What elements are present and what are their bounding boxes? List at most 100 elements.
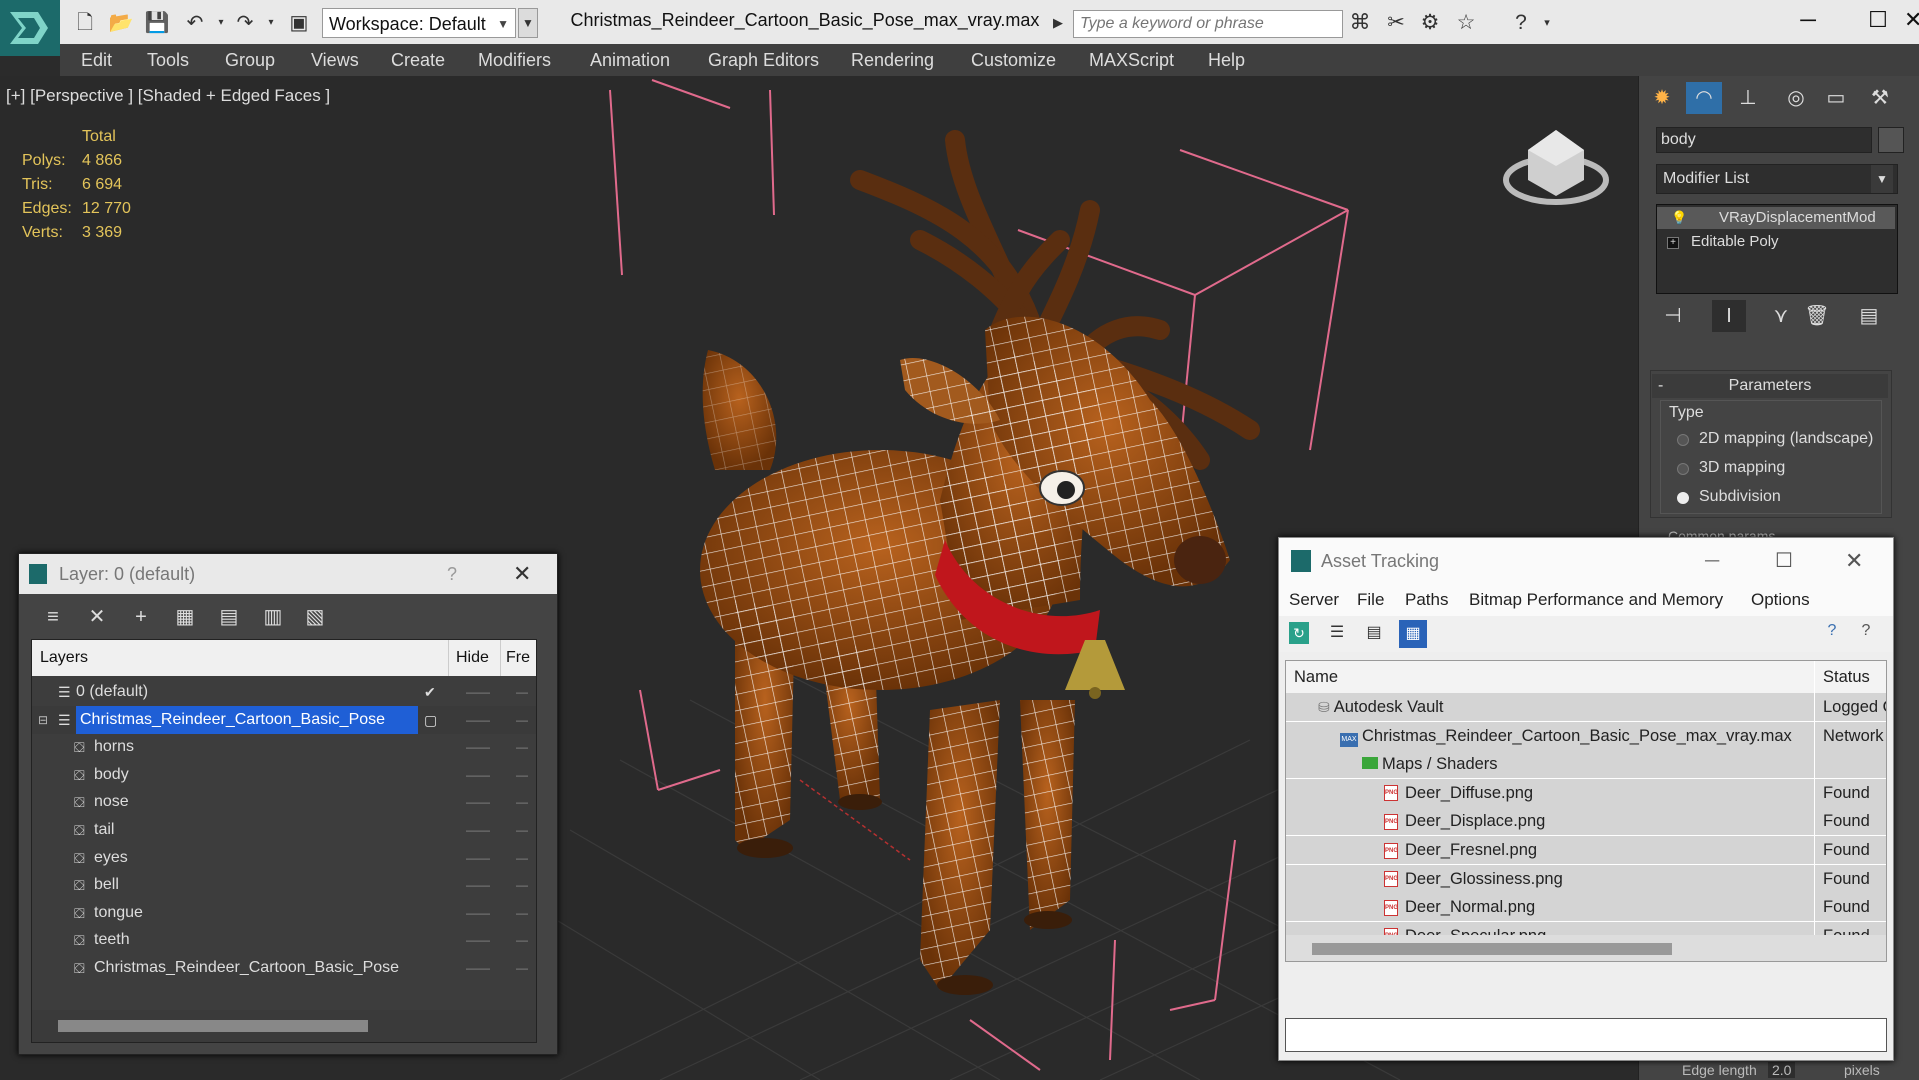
freeze-toggle[interactable]: — [516,706,528,734]
minimize-icon[interactable]: ─ [1705,538,1719,584]
close-icon[interactable]: ✕ [1845,538,1863,584]
delete-layer-icon[interactable]: ✕ [79,601,115,633]
list-view-icon[interactable]: ☰ [1327,622,1347,644]
workspace-select[interactable]: Workspace: Default ▼ [322,8,516,38]
layer-box-icon[interactable]: ▢ [424,706,437,734]
horizontal-scrollbar[interactable] [32,1010,536,1042]
minimize-button[interactable]: ─ [1773,0,1843,40]
select-layer-icon[interactable]: ▤ [211,601,247,633]
detail-view-icon[interactable]: ▤ [1363,622,1385,644]
asset-row[interactable]: Maps / Shaders [1286,750,1886,780]
search-input[interactable] [1073,10,1343,38]
refresh-icon[interactable]: ↻ [1289,622,1309,644]
redo-icon[interactable]: ↷ [232,10,258,36]
layer-row[interactable]: ⛋ eyes —— — [32,844,536,872]
help-dropdown-icon[interactable]: ▾ [1532,10,1562,36]
binoculars-icon[interactable]: ⌘ [1345,10,1375,36]
hide-toggle[interactable]: —— [466,788,490,816]
modifier-list-dropdown[interactable]: Modifier List ▼ [1656,164,1898,194]
horizontal-scrollbar[interactable] [1286,935,1886,961]
table-view-icon[interactable]: ▦ [1399,620,1427,648]
menu-customize[interactable]: Customize [971,44,1056,76]
help-icon[interactable]: ? [1821,622,1843,644]
hide-toggle[interactable]: —— [466,954,490,982]
freeze-toggle[interactable]: — [516,954,528,982]
menu-server[interactable]: Server [1289,584,1339,616]
subscription-icon[interactable]: ⚙ [1415,10,1445,36]
col-layers[interactable]: Layers [40,649,88,667]
radio-subdivision[interactable] [1677,492,1689,504]
new-file-icon[interactable]: 🗋 [72,10,98,36]
redo-dropdown-icon[interactable]: ▾ [258,10,284,36]
project-folder-icon[interactable]: ▣ [286,10,312,36]
close-button[interactable]: ✕ [1904,0,1919,40]
menu-create[interactable]: Create [391,44,445,76]
remove-modifier-icon[interactable]: 🗑 [1800,300,1834,332]
viewport-label[interactable]: [+] [Perspective ] [Shaded + Edged Faces… [6,86,330,106]
menu-file[interactable]: File [1357,584,1384,616]
add-to-layer-icon[interactable]: + [123,601,159,633]
close-icon[interactable]: ✕ [513,554,531,594]
modify-tab-icon[interactable]: ◠ [1686,82,1722,114]
app-logo-button[interactable] [0,0,60,56]
utilities-tab-icon[interactable]: ⚒ [1862,82,1898,114]
hierarchy-tab-icon[interactable]: ⊥ [1730,82,1766,114]
radio-3d-mapping-label[interactable]: 3D mapping [1699,459,1785,477]
asset-row[interactable]: PNG Deer_Normal.png Found [1286,893,1886,923]
menu-graph-editors[interactable]: Graph Editors [708,44,819,76]
hide-toggle[interactable]: —— [466,816,490,844]
layer-row[interactable]: ⛋ bell —— — [32,871,536,899]
search-expand-icon[interactable]: ▶ [1053,10,1069,36]
stack-item-editable-poly[interactable]: + Editable Poly [1657,231,1895,253]
show-end-result-icon[interactable]: I [1712,300,1746,332]
menu-modifiers[interactable]: Modifiers [478,44,551,76]
collapse-icon[interactable]: ⊟ [38,706,48,734]
asset-row[interactable]: PNG Deer_Displace.png Found [1286,807,1886,837]
hide-all-icon[interactable]: ▧ [297,601,333,633]
asset-window-titlebar[interactable]: Asset Tracking ─ ☐ ✕ [1279,538,1893,584]
edge-length-field[interactable]: 2.0 [1768,1062,1796,1078]
layer-row[interactable]: ⛋ horns —— — [32,733,536,761]
hide-toggle[interactable]: —— [466,844,490,872]
layer-row[interactable]: ⛋ body —— — [32,761,536,789]
new-layer-icon[interactable]: ≡ [35,601,71,633]
layer-row[interactable]: ⛋ tongue —— — [32,899,536,927]
tools-icon[interactable]: ✂ [1381,10,1411,36]
select-objects-icon[interactable]: ▦ [167,601,203,633]
hide-toggle[interactable]: —— [466,871,490,899]
col-name[interactable]: Name [1294,661,1338,693]
hide-toggle[interactable]: —— [466,761,490,789]
layer-row[interactable]: ☰ ⊟ Christmas_Reindeer_Cartoon_Basic_Pose ▢… [32,705,536,734]
asset-row[interactable]: MAX Christmas_Reindeer_Cartoon_Basic_Pose… [1286,721,1886,751]
menu-help[interactable]: Help [1208,44,1245,76]
asset-path-field[interactable] [1285,1018,1887,1052]
favorites-star-icon[interactable]: ☆ [1451,10,1481,36]
radio-3d-mapping[interactable] [1677,463,1689,475]
freeze-toggle[interactable]: — [516,844,528,872]
freeze-toggle[interactable]: — [516,926,528,954]
menu-tools[interactable]: Tools [147,44,189,76]
menu-group[interactable]: Group [225,44,275,76]
motion-tab-icon[interactable]: ◎ [1778,82,1814,114]
undo-icon[interactable]: ↶ [182,10,208,36]
freeze-toggle[interactable]: — [516,678,528,706]
scrollbar-thumb[interactable] [1312,943,1672,955]
layer-row[interactable]: ⛋ Christmas_Reindeer_Cartoon_Basic_Pose ——… [32,954,536,982]
lightbulb-icon[interactable]: 💡 [1671,207,1687,229]
freeze-toggle[interactable]: — [516,899,528,927]
menu-bitmap-performance[interactable]: Bitmap Performance and Memory [1469,584,1723,616]
undo-dropdown-icon[interactable]: ▾ [208,10,234,36]
scrollbar-thumb[interactable] [58,1020,368,1032]
freeze-toggle[interactable]: — [516,788,528,816]
hide-toggle[interactable]: —— [466,706,490,734]
object-name-field[interactable]: body [1656,127,1872,153]
hide-toggle[interactable]: —— [466,899,490,927]
freeze-toggle[interactable]: — [516,871,528,899]
menu-animation[interactable]: Animation [590,44,670,76]
freeze-toggle[interactable]: — [516,761,528,789]
pin-stack-icon[interactable]: ⊣ [1656,300,1690,332]
radio-subdivision-label[interactable]: Subdivision [1699,488,1781,506]
display-tab-icon[interactable]: ▭ [1818,82,1854,114]
menu-edit[interactable]: Edit [81,44,112,76]
asset-row[interactable]: ⛁Autodesk Vault Logged Out [1286,693,1886,722]
